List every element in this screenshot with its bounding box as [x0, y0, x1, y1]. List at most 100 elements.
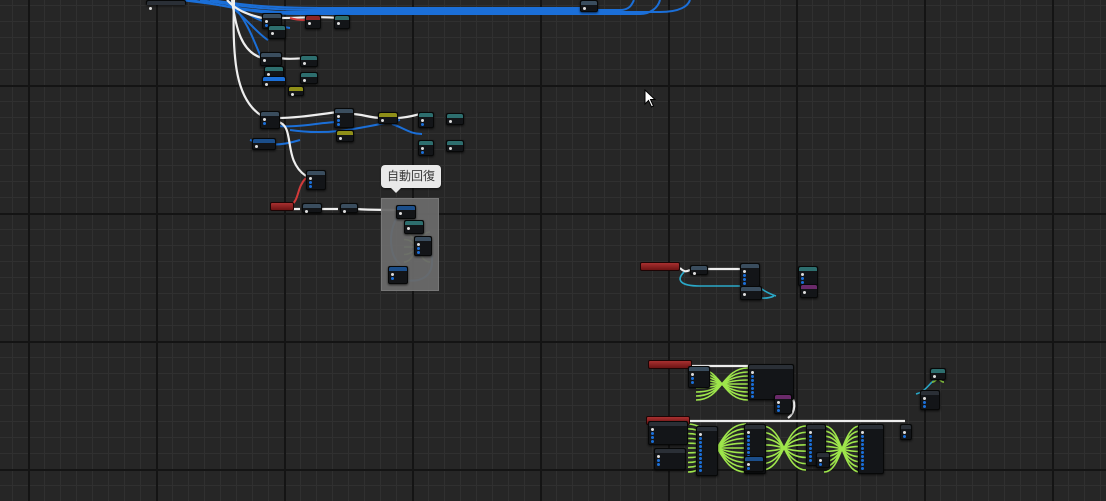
node-pin[interactable]: [861, 435, 864, 438]
node-pin[interactable]: [861, 439, 864, 442]
node-pin[interactable]: [699, 453, 702, 456]
node-pin[interactable]: [343, 210, 346, 213]
node-pin[interactable]: [421, 123, 424, 126]
node-pin[interactable]: [391, 277, 394, 280]
node-pin[interactable]: [449, 147, 452, 150]
graph-node[interactable]: [306, 170, 326, 190]
node-pin[interactable]: [751, 391, 754, 394]
node-pin[interactable]: [691, 373, 694, 376]
graph-node[interactable]: [798, 266, 818, 286]
node-pin[interactable]: [747, 467, 750, 470]
node-pin[interactable]: [309, 177, 312, 180]
node-pin[interactable]: [903, 431, 906, 434]
node-pin[interactable]: [291, 93, 294, 96]
node-pin[interactable]: [699, 461, 702, 464]
graph-node[interactable]: [688, 366, 710, 388]
graph-node[interactable]: [300, 72, 318, 84]
graph-node[interactable]: [446, 113, 464, 125]
node-pin[interactable]: [747, 463, 750, 466]
node-pin[interactable]: [255, 145, 258, 148]
node-pin[interactable]: [651, 440, 654, 443]
node-pin[interactable]: [809, 459, 812, 462]
node-pin[interactable]: [421, 119, 424, 122]
node-pin[interactable]: [303, 62, 306, 65]
node-pin[interactable]: [651, 436, 654, 439]
node-pin[interactable]: [693, 272, 696, 275]
node-pin[interactable]: [751, 395, 754, 398]
comment-bubble[interactable]: 自動回復: [381, 165, 442, 193]
node-pin[interactable]: [743, 274, 746, 277]
node-pin[interactable]: [861, 463, 864, 466]
graph-node[interactable]: [146, 0, 186, 10]
node-pin[interactable]: [305, 210, 308, 213]
node-pin[interactable]: [819, 463, 822, 466]
node-pin[interactable]: [699, 437, 702, 440]
node-pin[interactable]: [699, 457, 702, 460]
event-node[interactable]: [648, 360, 692, 369]
node-pin[interactable]: [861, 451, 864, 454]
node-pin[interactable]: [923, 397, 926, 400]
node-pin[interactable]: [747, 431, 750, 434]
node-pin[interactable]: [861, 467, 864, 470]
node-pin[interactable]: [381, 119, 384, 122]
graph-node[interactable]: [414, 236, 432, 256]
node-pin[interactable]: [743, 293, 746, 296]
node-pin[interactable]: [803, 291, 806, 294]
node-pin[interactable]: [407, 227, 410, 230]
graph-node[interactable]: [334, 108, 354, 128]
graph-canvas[interactable]: 自動回復: [0, 0, 1106, 501]
node-pin[interactable]: [309, 185, 312, 188]
node-pin[interactable]: [391, 273, 394, 276]
node-pin[interactable]: [809, 431, 812, 434]
node-pin[interactable]: [337, 123, 340, 126]
graph-node[interactable]: [300, 55, 318, 67]
node-pin[interactable]: [417, 251, 420, 254]
graph-node[interactable]: [858, 424, 884, 474]
node-pin[interactable]: [861, 459, 864, 462]
node-pin[interactable]: [751, 387, 754, 390]
node-pin[interactable]: [308, 22, 311, 25]
node-pin[interactable]: [303, 79, 306, 82]
node-pin[interactable]: [777, 405, 780, 408]
node-pin[interactable]: [691, 381, 694, 384]
node-pin[interactable]: [651, 428, 654, 431]
graph-node[interactable]: [305, 15, 321, 29]
node-pin[interactable]: [933, 375, 936, 378]
graph-node[interactable]: [816, 452, 830, 468]
graph-node[interactable]: [580, 0, 598, 12]
graph-node[interactable]: [262, 76, 286, 86]
node-pin[interactable]: [747, 447, 750, 450]
node-pin[interactable]: [339, 137, 342, 140]
node-pin[interactable]: [309, 181, 312, 184]
event-node[interactable]: [640, 262, 680, 271]
node-pin[interactable]: [861, 447, 864, 450]
graph-node[interactable]: [302, 203, 322, 213]
node-pin[interactable]: [809, 439, 812, 442]
node-pin[interactable]: [743, 282, 746, 285]
graph-node[interactable]: [800, 284, 818, 298]
node-pin[interactable]: [809, 451, 812, 454]
node-pin[interactable]: [747, 439, 750, 442]
graph-node[interactable]: [260, 111, 280, 129]
node-pin[interactable]: [699, 449, 702, 452]
node-pin[interactable]: [861, 443, 864, 446]
node-pin[interactable]: [657, 463, 660, 466]
node-pin[interactable]: [271, 32, 274, 35]
node-pin[interactable]: [263, 122, 266, 125]
node-pin[interactable]: [399, 212, 402, 215]
node-pin[interactable]: [657, 459, 660, 462]
node-pin[interactable]: [699, 469, 702, 472]
node-pin[interactable]: [699, 433, 702, 436]
graph-node[interactable]: [252, 138, 276, 150]
node-pin[interactable]: [777, 409, 780, 412]
graph-node[interactable]: [744, 456, 764, 472]
node-pin[interactable]: [809, 447, 812, 450]
graph-node[interactable]: [930, 368, 946, 380]
graph-node[interactable]: [404, 220, 424, 234]
graph-node[interactable]: [900, 424, 912, 440]
node-pin[interactable]: [801, 277, 804, 280]
node-pin[interactable]: [751, 383, 754, 386]
node-pin[interactable]: [263, 118, 266, 121]
graph-node[interactable]: [260, 52, 282, 66]
node-pin[interactable]: [923, 405, 926, 408]
